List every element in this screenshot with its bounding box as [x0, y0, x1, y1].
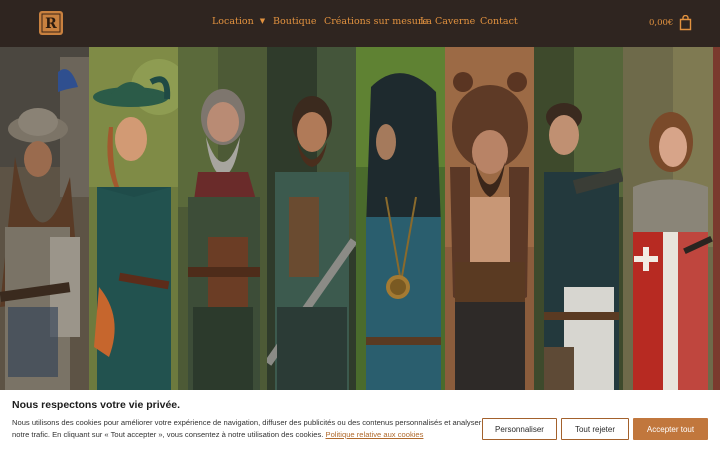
- nav-label-location: Location: [212, 16, 254, 27]
- hero-photo-hooded-man: [356, 47, 445, 390]
- main-nav: Location ▼ Boutique Créations sur mesure …: [0, 0, 720, 47]
- hero-photo-edge: [713, 47, 720, 390]
- cookie-policy-link[interactable]: Politique relative aux cookies: [326, 430, 424, 439]
- nav-label-contact: Contact: [480, 16, 518, 27]
- cart-button[interactable]: 0,00€: [649, 13, 692, 33]
- customize-button[interactable]: Personnaliser: [482, 418, 557, 440]
- cart-total: 0,00€: [649, 18, 674, 28]
- nav-item-la-caverne[interactable]: La Caverne: [420, 16, 475, 27]
- chevron-down-icon: ▼: [259, 17, 266, 25]
- nav-label-la-caverne: La Caverne: [420, 16, 476, 27]
- reject-all-button[interactable]: Tout rejeter: [561, 418, 629, 440]
- nav-item-boutique[interactable]: Boutique: [273, 16, 317, 27]
- cookie-description: Nous utilisons des cookies pour améliore…: [12, 417, 482, 441]
- hero-gallery: [0, 47, 720, 390]
- nav-item-creations[interactable]: Créations sur mesure: [324, 16, 428, 27]
- hero-photo-musketeer: [89, 47, 178, 390]
- cookie-title: Nous respectons votre vie privée.: [12, 399, 181, 411]
- hero-photo-bear-hood: [445, 47, 534, 390]
- nav-item-contact[interactable]: Contact: [480, 16, 518, 27]
- hero-photo-templar: [623, 47, 713, 390]
- site-header: R Location ▼ Boutique Créations sur mesur…: [0, 0, 720, 47]
- nav-label-creations: Créations sur mesure: [324, 16, 429, 27]
- hero-photo-ranger: [267, 47, 356, 390]
- nav-label-boutique: Boutique: [273, 16, 317, 27]
- accept-all-button[interactable]: Accepter tout: [633, 418, 708, 440]
- hero-photo-archer: [534, 47, 623, 390]
- cookie-consent-banner: Nous respectons votre vie privée. Nous u…: [0, 390, 720, 450]
- shopping-bag-icon: [680, 15, 692, 31]
- hero-photo-soldier: [0, 47, 89, 390]
- hero-photo-bearded-warrior: [178, 47, 267, 390]
- nav-item-location[interactable]: Location ▼: [212, 16, 265, 27]
